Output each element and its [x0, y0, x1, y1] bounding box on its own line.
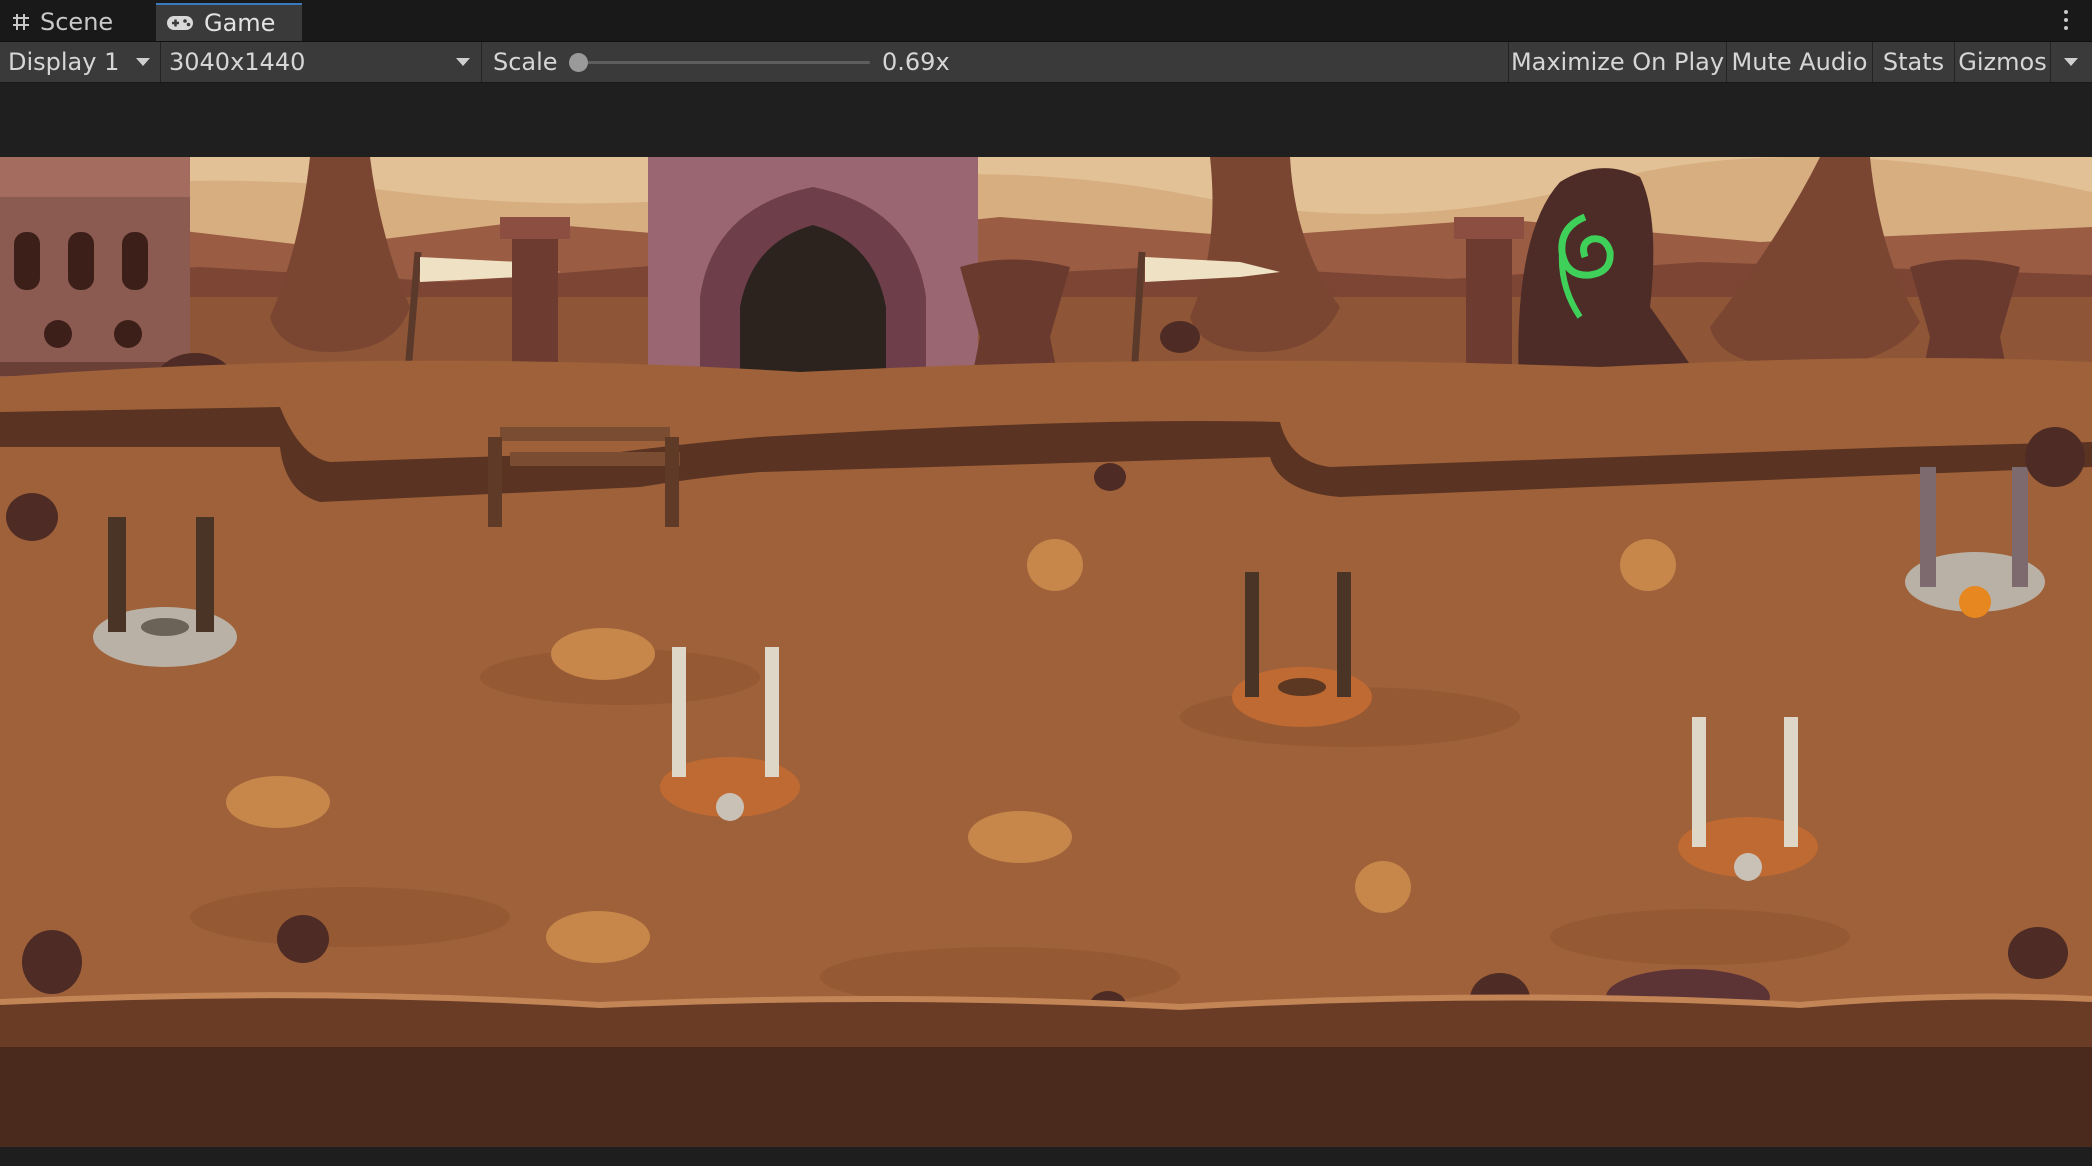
scale-slider-track[interactable] [578, 61, 870, 64]
letterbox-top [0, 83, 2092, 157]
tab-game-label: Game [204, 9, 276, 37]
stats-button[interactable]: Stats [1873, 42, 1954, 82]
scale-slider-handle[interactable] [569, 53, 588, 72]
resolution-chevron-down-icon [456, 58, 470, 66]
ruined-building [0, 157, 190, 397]
display-dropdown-label: Display 1 [8, 48, 120, 76]
resolution-dropdown[interactable]: 3040x1440 [161, 42, 481, 82]
display-chevron-down-icon [136, 58, 150, 66]
tab-game[interactable]: Game [156, 3, 302, 41]
bottom-letterbox [0, 1147, 2092, 1166]
tab-scene-label: Scene [40, 8, 114, 36]
resolution-dropdown-label: 3040x1440 [169, 48, 306, 76]
game-scene-artwork [0, 157, 2092, 1147]
gizmos-chevron-down-icon[interactable] [2064, 58, 2078, 66]
window-tab-bar: Scene Game [0, 0, 2092, 42]
gamepad-icon [166, 15, 194, 31]
castle-gate [648, 157, 978, 402]
more-options-icon[interactable] [2064, 10, 2070, 32]
game-viewport[interactable] [0, 157, 2092, 1147]
tab-scene[interactable]: Scene [0, 3, 152, 41]
mute-audio-button[interactable]: Mute Audio [1727, 42, 1872, 82]
maximize-on-play-button[interactable]: Maximize On Play [1509, 42, 1726, 82]
scale-value: 0.69x [882, 48, 950, 76]
grid-icon [12, 13, 30, 31]
scale-label: Scale [493, 48, 558, 76]
gizmos-button[interactable]: Gizmos [1955, 42, 2050, 82]
